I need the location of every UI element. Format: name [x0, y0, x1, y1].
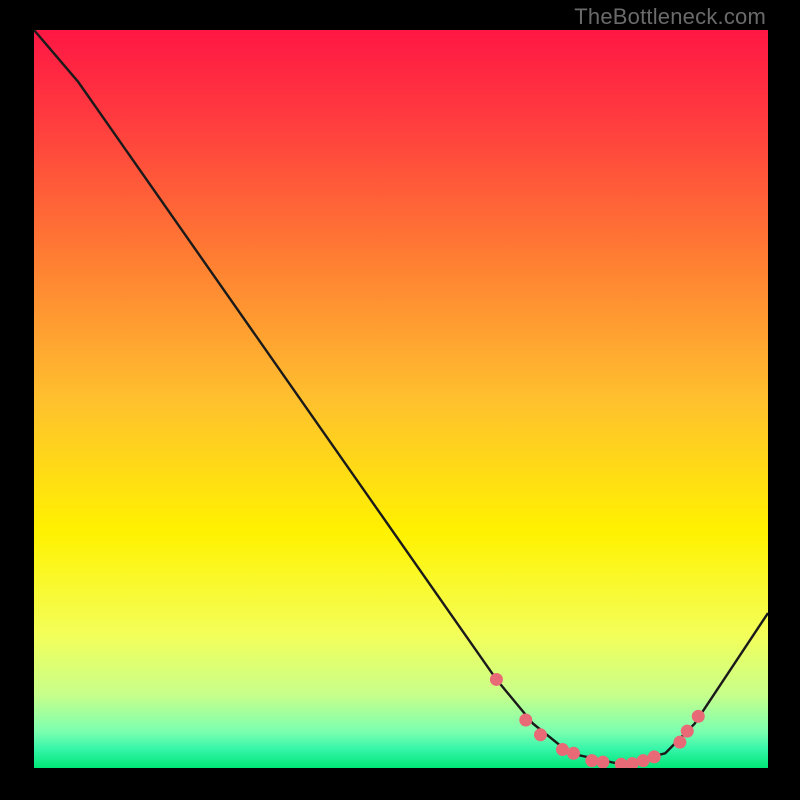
curve-marker	[681, 725, 694, 738]
chart-frame	[34, 30, 768, 768]
curve-marker	[534, 728, 547, 741]
curve-marker	[692, 710, 705, 723]
curve-marker	[596, 756, 609, 768]
curve-marker	[637, 754, 650, 767]
curve-marker	[519, 714, 532, 727]
watermark-text: TheBottleneck.com	[574, 4, 766, 30]
curve-marker	[567, 747, 580, 760]
curve-marker	[585, 754, 598, 767]
gradient-background	[34, 30, 768, 768]
bottleneck-chart	[34, 30, 768, 768]
curve-marker	[556, 743, 569, 756]
curve-marker	[648, 750, 661, 763]
curve-marker	[490, 673, 503, 686]
curve-marker	[673, 736, 686, 749]
